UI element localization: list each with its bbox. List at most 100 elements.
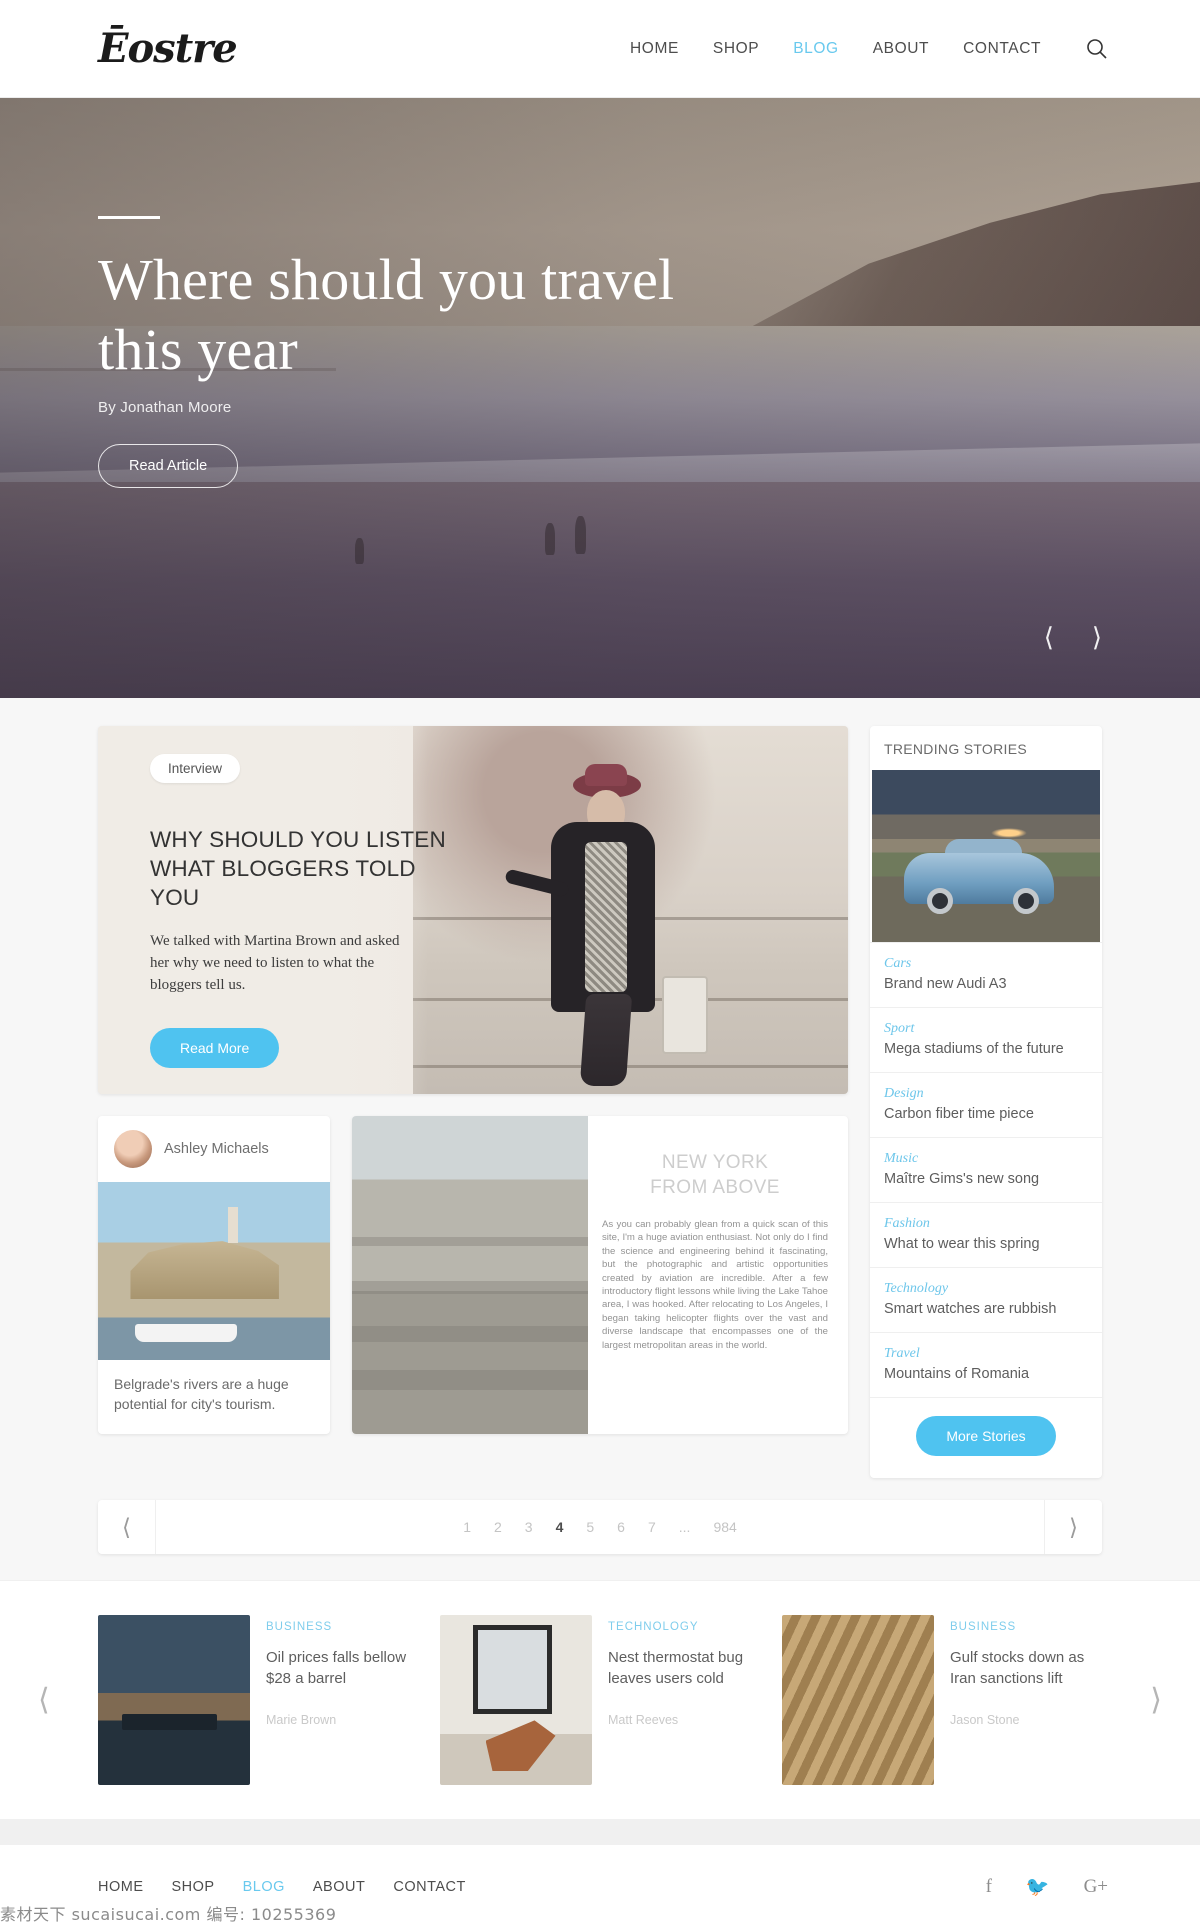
nav-item-about[interactable]: ABOUT [873, 40, 929, 58]
pagination-page-1[interactable]: 1 [463, 1519, 471, 1535]
featured-body: Interview WHY SHOULD YOU LISTEN WHAT BLO… [98, 726, 848, 1068]
hero-byline: By Jonathan Moore [98, 399, 232, 416]
carousel-item-author: Jason Stone [950, 1713, 1020, 1727]
hero-title: Where should you travel this year [98, 247, 675, 382]
search-icon [1087, 38, 1107, 59]
main-content: Interview WHY SHOULD YOU LISTEN WHAT BLO… [0, 698, 1200, 1845]
pagination-page-3[interactable]: 3 [525, 1519, 533, 1535]
pagination-page-7[interactable]: 7 [648, 1519, 656, 1535]
avatar [114, 1130, 152, 1168]
trending-item[interactable]: Travel Mountains of Romania [870, 1332, 1102, 1397]
social-links: f 🐦 G+ [986, 1875, 1108, 1899]
trending-item[interactable]: Cars Brand new Audi A3 [870, 942, 1102, 1007]
carousel-prev-button[interactable]: ⟨ [38, 1683, 50, 1718]
carousel-item-category: TECHNOLOGY [608, 1621, 699, 1633]
new-york-article-card[interactable]: NEW YORK FROM ABOVE As you can probably … [352, 1116, 848, 1434]
carousel-track: BUSINESS Oil prices falls bellow $28 a b… [98, 1615, 1102, 1785]
carousel-item-author: Matt Reeves [608, 1713, 679, 1727]
watermark: 素材天下 sucaisucai.com 编号: 10255369 [0, 1905, 337, 1924]
carousel-item-meta: BUSINESS Gulf stocks down as Iran sancti… [950, 1615, 1102, 1785]
bottom-carousel: ⟨ BUSINESS Oil prices falls bellow $28 a… [0, 1580, 1200, 1819]
trending-item-category: Technology [884, 1281, 949, 1296]
carousel-item[interactable]: TECHNOLOGY Nest thermostat bug leaves us… [440, 1615, 760, 1785]
trending-item[interactable]: Music Maître Gims's new song [870, 1137, 1102, 1202]
new-york-text: NEW YORK FROM ABOVE As you can probably … [588, 1116, 848, 1434]
carousel-item[interactable]: BUSINESS Oil prices falls bellow $28 a b… [98, 1615, 418, 1785]
footer-nav-about[interactable]: ABOUT [313, 1879, 365, 1895]
footer-nav-home[interactable]: HOME [98, 1879, 144, 1895]
footer-navigation: HOME SHOP BLOG ABOUT CONTACT [98, 1879, 466, 1895]
more-stories-button[interactable]: More Stories [916, 1416, 1056, 1456]
trending-stories-panel: TRENDING STORIES Cars Brand new Audi A3 … [870, 726, 1102, 1478]
trending-item-category: Fashion [884, 1216, 930, 1231]
author-name: Ashley Michaels [164, 1141, 269, 1157]
trending-item[interactable]: Sport Mega stadiums of the future [870, 1007, 1102, 1072]
content-grid: Interview WHY SHOULD YOU LISTEN WHAT BLO… [98, 726, 1102, 1478]
author-card[interactable]: Ashley Michaels Belgrade's rivers are a … [98, 1116, 330, 1434]
trending-item[interactable]: Fashion What to wear this spring [870, 1202, 1102, 1267]
trending-item-category: Design [884, 1086, 924, 1101]
site-header: Ēostre HOME SHOP BLOG ABOUT CONTACT [0, 0, 1200, 98]
carousel-item-title: Oil prices falls bellow $28 a barrel [266, 1649, 407, 1687]
hero-prev-button[interactable]: ⟨ [1038, 622, 1060, 652]
trending-item-title: Smart watches are rubbish [884, 1301, 1057, 1317]
carousel-item[interactable]: BUSINESS Gulf stocks down as Iran sancti… [782, 1615, 1102, 1785]
featured-title: WHY SHOULD YOU LISTEN WHAT BLOGGERS TOLD… [150, 827, 446, 910]
facebook-icon[interactable]: f [986, 1876, 992, 1898]
twitter-icon[interactable]: 🐦 [1026, 1875, 1050, 1899]
site-logo[interactable]: Ēostre [98, 25, 238, 72]
content-column-left: Interview WHY SHOULD YOU LISTEN WHAT BLO… [98, 726, 848, 1434]
trending-featured-photo[interactable] [872, 770, 1100, 942]
read-article-button[interactable]: Read Article [98, 444, 239, 488]
hero-content: Where should you travel this year By Jon… [0, 98, 1200, 488]
trending-item-title: Mega stadiums of the future [884, 1041, 1064, 1057]
footer-nav-blog[interactable]: BLOG [243, 1879, 285, 1895]
featured-interview-card[interactable]: Interview WHY SHOULD YOU LISTEN WHAT BLO… [98, 726, 848, 1094]
carousel-item-title: Nest thermostat bug leaves users cold [608, 1649, 744, 1687]
new-york-kicker-line1: NEW YORK [661, 1152, 769, 1173]
carousel-item-title: Gulf stocks down as Iran sanctions lift [950, 1649, 1085, 1687]
hero-slider-controls: ⟨ ⟩ [1038, 622, 1108, 652]
carousel-item-thumbnail [782, 1615, 934, 1785]
nav-item-contact[interactable]: CONTACT [963, 40, 1041, 58]
site-footer: HOME SHOP BLOG ABOUT CONTACT f 🐦 G+ 素材天下… [0, 1845, 1200, 1929]
footer-nav-contact[interactable]: CONTACT [393, 1879, 466, 1895]
new-york-kicker-line2: FROM ABOVE [650, 1177, 780, 1198]
pagination-page-6[interactable]: 6 [617, 1519, 625, 1535]
carousel-next-button[interactable]: ⟩ [1150, 1683, 1162, 1718]
main-navigation: HOME SHOP BLOG ABOUT CONTACT [630, 0, 1041, 98]
category-tag[interactable]: Interview [150, 754, 241, 783]
hero-divider [98, 216, 160, 219]
carousel-item-thumbnail [98, 1615, 250, 1785]
carousel-item-thumbnail [440, 1615, 592, 1785]
pagination-ellipsis: ... [678, 1519, 691, 1535]
trending-heading: TRENDING STORIES [884, 741, 1028, 757]
pagination-next-button[interactable]: ⟩ [1044, 1500, 1102, 1554]
trending-item-category: Music [884, 1151, 919, 1166]
nav-item-home[interactable]: HOME [630, 40, 679, 58]
footer-nav-shop[interactable]: SHOP [172, 1879, 215, 1895]
pagination-page-2[interactable]: 2 [494, 1519, 502, 1535]
pagination-prev-button[interactable]: ⟨ [98, 1500, 156, 1554]
trending-item-title: What to wear this spring [884, 1236, 1040, 1252]
pagination-page-4[interactable]: 4 [556, 1519, 564, 1535]
hero-slider: Where should you travel this year By Jon… [0, 98, 1200, 698]
new-york-photo [352, 1116, 588, 1434]
carousel-item-meta: TECHNOLOGY Nest thermostat bug leaves us… [608, 1615, 760, 1785]
hero-next-button[interactable]: ⟩ [1086, 622, 1108, 652]
trending-item[interactable]: Technology Smart watches are rubbish [870, 1267, 1102, 1332]
trending-item[interactable]: Design Carbon fiber time piece [870, 1072, 1102, 1137]
trending-footer: More Stories [870, 1397, 1102, 1478]
trending-item-category: Travel [884, 1346, 920, 1361]
pagination-page-5[interactable]: 5 [586, 1519, 594, 1535]
trending-item-title: Mountains of Romania [884, 1366, 1030, 1382]
secondary-cards-row: Ashley Michaels Belgrade's rivers are a … [98, 1116, 848, 1434]
read-more-button[interactable]: Read More [150, 1028, 280, 1068]
pagination: ⟨ 1 2 3 4 5 6 7 ... 984 ⟩ [98, 1500, 1102, 1554]
nav-item-shop[interactable]: SHOP [713, 40, 759, 58]
google-plus-icon[interactable]: G+ [1084, 1876, 1108, 1898]
carousel-item-category: BUSINESS [266, 1621, 333, 1633]
nav-item-blog[interactable]: BLOG [793, 40, 838, 58]
search-button[interactable] [1082, 34, 1112, 64]
pagination-page-last[interactable]: 984 [713, 1519, 736, 1535]
